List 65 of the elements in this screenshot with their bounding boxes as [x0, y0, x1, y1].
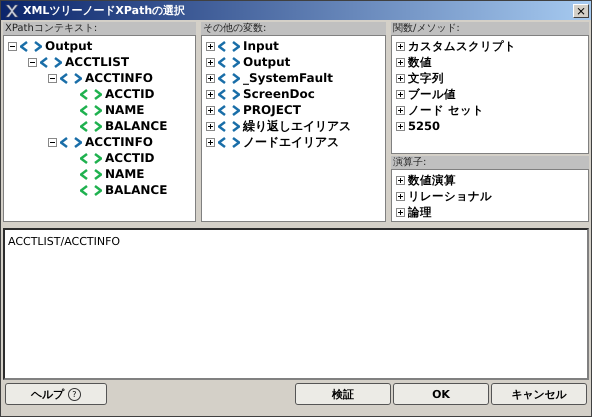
element-tag-icon	[218, 136, 240, 148]
tree-node[interactable]: NAME	[105, 103, 144, 117]
window-title: XMLツリーノードXPathの選択	[23, 3, 186, 18]
tree-node[interactable]: ACCTLIST	[65, 55, 130, 69]
help-button[interactable]: ヘルプ ?	[5, 383, 107, 405]
element-tag-icon	[218, 72, 240, 84]
expand-toggle[interactable]	[396, 176, 405, 184]
expand-toggle[interactable]	[206, 42, 215, 50]
expand-toggle[interactable]	[206, 106, 215, 114]
verify-button[interactable]: 検証	[295, 383, 391, 405]
tree-node[interactable]: _SystemFault	[243, 71, 333, 85]
element-tag-icon	[218, 56, 240, 68]
tree-node[interactable]: ACCTINFO	[85, 71, 153, 85]
expand-toggle[interactable]	[206, 58, 215, 66]
element-tag-icon	[218, 88, 240, 100]
collapse-toggle[interactable]	[48, 74, 57, 82]
close-button[interactable]: ×	[573, 4, 589, 18]
tree-node[interactable]: ACCTID	[105, 151, 155, 165]
tree-node[interactable]: 論理	[408, 204, 432, 220]
tree-node[interactable]: ノード セット	[408, 102, 484, 118]
tree-node[interactable]: ノードエイリアス	[243, 134, 339, 150]
tree-node[interactable]: Input	[243, 39, 279, 53]
panel-label: その他の変数:	[201, 22, 386, 35]
expand-toggle[interactable]	[396, 208, 405, 216]
tree-node[interactable]: ブール値	[408, 86, 456, 102]
collapse-toggle[interactable]	[28, 58, 37, 66]
panel-label: 関数/メソッド:	[391, 22, 589, 35]
xpath-expression-field[interactable]: ACCTLIST/ACCTINFO	[3, 228, 589, 380]
app-logo-icon	[5, 4, 19, 18]
expand-toggle[interactable]	[396, 122, 405, 130]
ok-button[interactable]: OK	[393, 383, 489, 405]
expand-toggle[interactable]	[396, 90, 405, 98]
tree-node[interactable]: カスタムスクリプト	[408, 38, 516, 54]
tree-node[interactable]: 数値	[408, 54, 432, 70]
expand-toggle[interactable]	[206, 122, 215, 130]
tree-node[interactable]: リレーショナル	[408, 188, 492, 204]
tree-node[interactable]: ACCTINFO	[85, 135, 153, 149]
expand-toggle[interactable]	[396, 106, 405, 114]
expand-toggle[interactable]	[396, 192, 405, 200]
tree-node[interactable]: Output	[45, 39, 92, 53]
panel-label: XPathコンテキスト:	[3, 22, 196, 35]
element-tag-icon	[218, 120, 240, 132]
expand-toggle[interactable]	[396, 58, 405, 66]
element-tag-icon	[218, 104, 240, 116]
tree-node[interactable]: 5250	[408, 119, 440, 133]
tree-node[interactable]: ScreenDoc	[243, 87, 315, 101]
element-tag-icon	[218, 40, 240, 52]
expand-toggle[interactable]	[396, 74, 405, 82]
cancel-button[interactable]: キャンセル	[491, 383, 587, 405]
tree-node[interactable]: 数値演算	[408, 172, 456, 188]
tree-node[interactable]: BALANCE	[105, 119, 168, 133]
panel-label: 演算子:	[391, 156, 589, 169]
collapse-toggle[interactable]	[8, 42, 17, 50]
tree-node[interactable]: Output	[243, 55, 290, 69]
expand-toggle[interactable]	[396, 42, 405, 50]
expand-toggle[interactable]	[206, 138, 215, 146]
tree-node[interactable]: BALANCE	[105, 183, 168, 197]
expand-toggle[interactable]	[206, 90, 215, 98]
collapse-toggle[interactable]	[48, 138, 57, 146]
expand-toggle[interactable]	[206, 74, 215, 82]
tree-node[interactable]: ACCTID	[105, 87, 155, 101]
tree-node[interactable]: 繰り返しエイリアス	[243, 118, 351, 134]
tree-node[interactable]: PROJECT	[243, 103, 301, 117]
tree-node[interactable]: NAME	[105, 167, 144, 181]
tree-node[interactable]: 文字列	[408, 70, 444, 86]
